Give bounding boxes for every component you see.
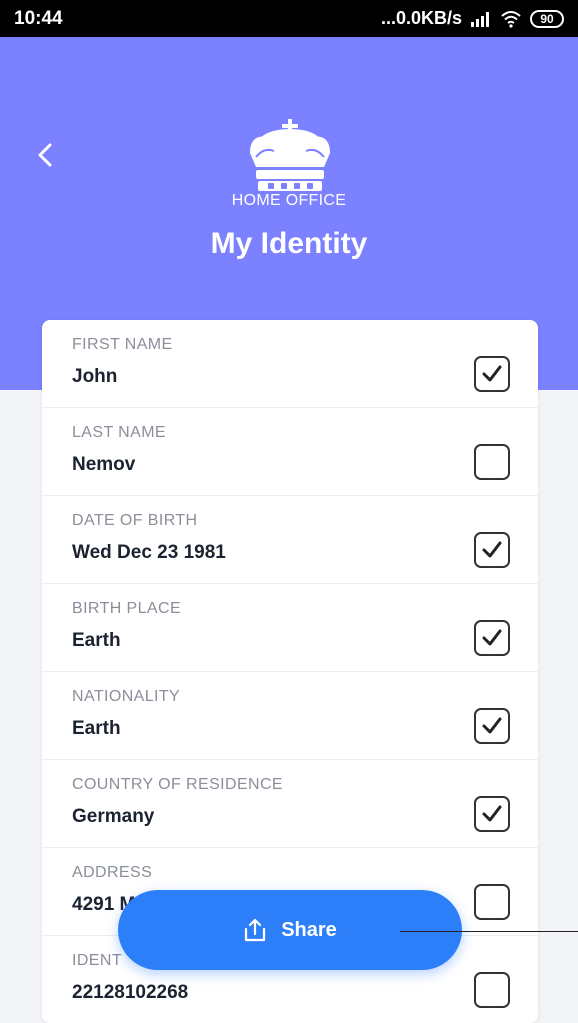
- field-label: IDENT: [72, 952, 122, 969]
- checkmark-icon: [482, 805, 502, 822]
- signal-icon: [471, 11, 489, 27]
- share-button[interactable]: Share: [118, 890, 462, 970]
- header-subtitle: HOME OFFICE: [231, 192, 347, 209]
- share-checkbox-birth-place[interactable]: [474, 620, 510, 656]
- field-value: Nemov: [72, 454, 136, 475]
- crown-icon: [250, 119, 330, 191]
- back-button[interactable]: [36, 137, 66, 173]
- field-value: Earth: [72, 718, 121, 739]
- annotation-line: [400, 931, 578, 932]
- checkmark-icon: [482, 717, 502, 734]
- field-value: John: [72, 366, 118, 387]
- field-date-of-birth: DATE OF BIRTH Wed Dec 23 1981: [42, 496, 538, 584]
- field-label: LAST NAME: [72, 424, 166, 441]
- field-value: Earth: [72, 630, 121, 651]
- field-value: 22128102268: [72, 982, 189, 1003]
- battery-icon: 90: [530, 9, 564, 28]
- share-checkbox-identity-number[interactable]: [474, 972, 510, 1008]
- status-indicators: ...0.0KB/s 90: [381, 8, 564, 29]
- field-country-of-residence: COUNTRY OF RESIDENCE Germany: [42, 760, 538, 848]
- field-label: DATE OF BIRTH: [72, 512, 198, 529]
- field-nationality: NATIONALITY Earth: [42, 672, 538, 760]
- share-checkbox-nationality[interactable]: [474, 708, 510, 744]
- wifi-icon: [501, 10, 521, 28]
- field-value: Wed Dec 23 1981: [72, 542, 226, 563]
- share-button-label: Share: [281, 918, 337, 941]
- share-checkbox-date-of-birth[interactable]: [474, 532, 510, 568]
- share-checkbox-country-of-residence[interactable]: [474, 796, 510, 832]
- status-time: 10:44: [14, 7, 63, 29]
- field-last-name: LAST NAME Nemov: [42, 408, 538, 496]
- checkmark-icon: [482, 541, 502, 558]
- field-birth-place: BIRTH PLACE Earth: [42, 584, 538, 672]
- share-checkbox-last-name[interactable]: [474, 444, 510, 480]
- field-first-name: FIRST NAME John: [42, 320, 538, 408]
- field-label: NATIONALITY: [72, 688, 181, 705]
- field-label: ADDRESS: [72, 864, 153, 881]
- field-label: COUNTRY OF RESIDENCE: [72, 776, 283, 793]
- share-upload-icon: [245, 918, 266, 942]
- checkmark-icon: [482, 629, 502, 646]
- share-checkbox-address[interactable]: [474, 884, 510, 920]
- field-value: Germany: [72, 806, 155, 827]
- network-speed: ...0.0KB/s: [380, 8, 462, 28]
- field-label: FIRST NAME: [72, 336, 173, 353]
- checkmark-icon: [482, 365, 502, 382]
- chevron-left-icon: [38, 143, 52, 167]
- status-bar: 10:44 ...0.0KB/s 90: [0, 0, 578, 37]
- share-checkbox-first-name[interactable]: [474, 356, 510, 392]
- field-label: BIRTH PLACE: [72, 600, 182, 617]
- page-title: My Identity: [210, 227, 368, 260]
